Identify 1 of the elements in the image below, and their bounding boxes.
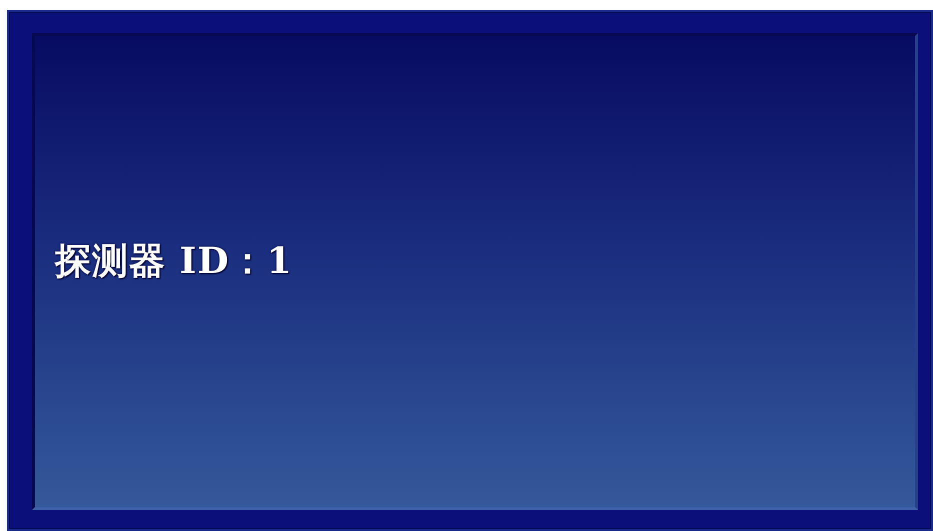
detector-id-label: 探测器 ID：1 xyxy=(55,239,293,284)
